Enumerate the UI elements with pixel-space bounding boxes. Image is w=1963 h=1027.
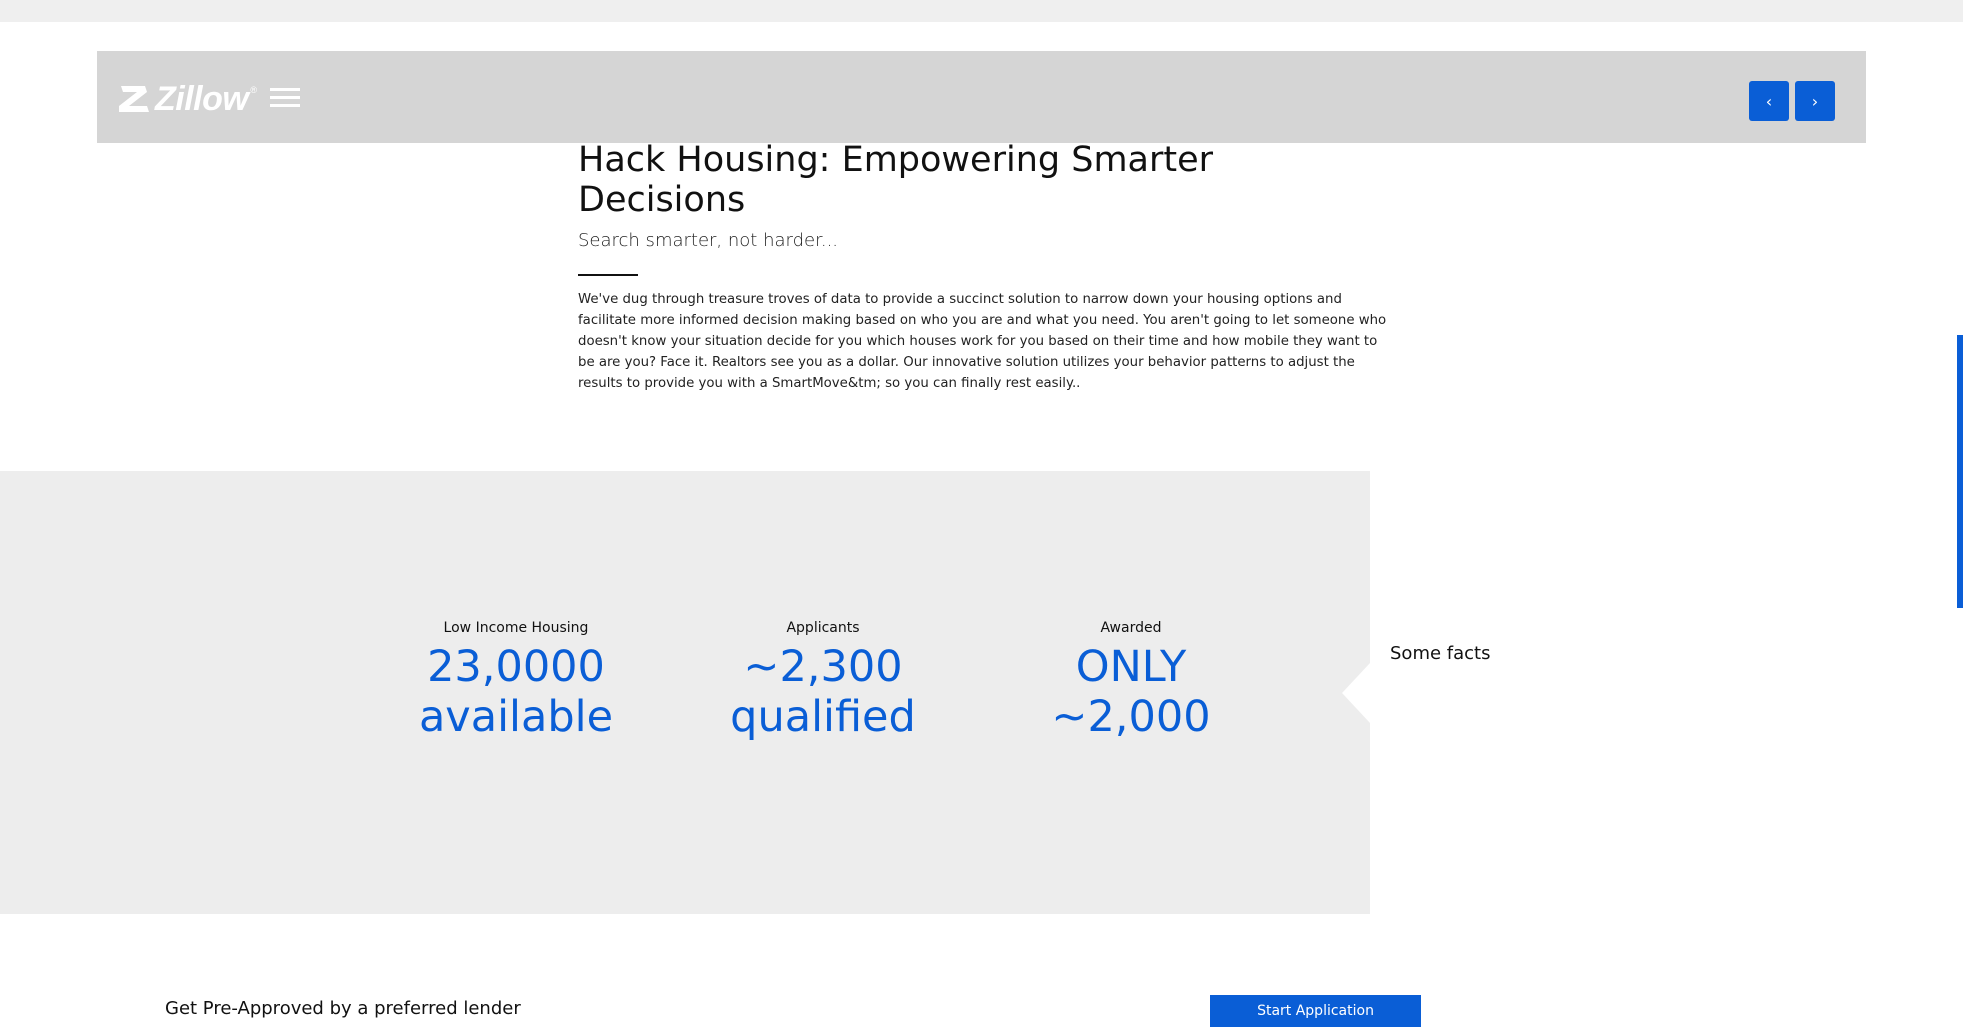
stat-label: Applicants xyxy=(786,620,860,636)
page-subtitle: Search smarter, not harder... xyxy=(578,230,839,251)
logo-text: Zillow xyxy=(155,79,249,118)
preapproval-text: Get Pre-Approved by a preferred lender xyxy=(165,998,521,1019)
page-title: Hack Housing: Empowering Smarter Decisio… xyxy=(578,140,1214,220)
chevron-right-icon: › xyxy=(1811,91,1819,111)
site-header: Zillow ® ‹ › xyxy=(97,51,1866,143)
stat-value-line2: qualified xyxy=(730,692,916,742)
stat-applicants: Applicants ~2,300 qualified xyxy=(663,620,983,742)
stat-value-line2: available xyxy=(418,692,614,742)
start-application-button[interactable]: Start Application xyxy=(1210,995,1421,1027)
intro-section: Hack Housing: Empowering Smarter Decisio… xyxy=(578,140,1388,394)
facts-panel-notch xyxy=(1342,663,1370,723)
stat-value-line1: ONLY xyxy=(1075,642,1187,692)
scroll-indicator[interactable] xyxy=(1957,335,1963,608)
logo-registered-mark: ® xyxy=(250,85,257,95)
stat-label: Low Income Housing xyxy=(443,620,589,636)
stat-value-line1: ~2,300 xyxy=(743,642,903,692)
stat-label: Awarded xyxy=(1100,620,1162,636)
chevron-left-icon: ‹ xyxy=(1765,91,1773,111)
stat-low-income-housing: Low Income Housing 23,0000 available xyxy=(356,620,676,742)
zillow-logo[interactable]: Zillow ® xyxy=(117,79,257,119)
previous-slide-button[interactable]: ‹ xyxy=(1749,81,1789,121)
top-strip xyxy=(0,0,1963,22)
divider xyxy=(578,274,638,276)
stat-value-line1: 23,0000 xyxy=(427,642,605,692)
stat-awarded: Awarded ONLY ~2,000 xyxy=(971,620,1291,742)
stat-value-line2: ~2,000 xyxy=(1051,692,1211,742)
next-slide-button[interactable]: › xyxy=(1795,81,1835,121)
intro-body-text: We've dug through treasure troves of dat… xyxy=(578,292,1387,391)
hamburger-menu-icon[interactable] xyxy=(270,88,300,108)
facts-title: Some facts xyxy=(1390,643,1491,664)
zillow-logo-icon xyxy=(119,86,149,112)
